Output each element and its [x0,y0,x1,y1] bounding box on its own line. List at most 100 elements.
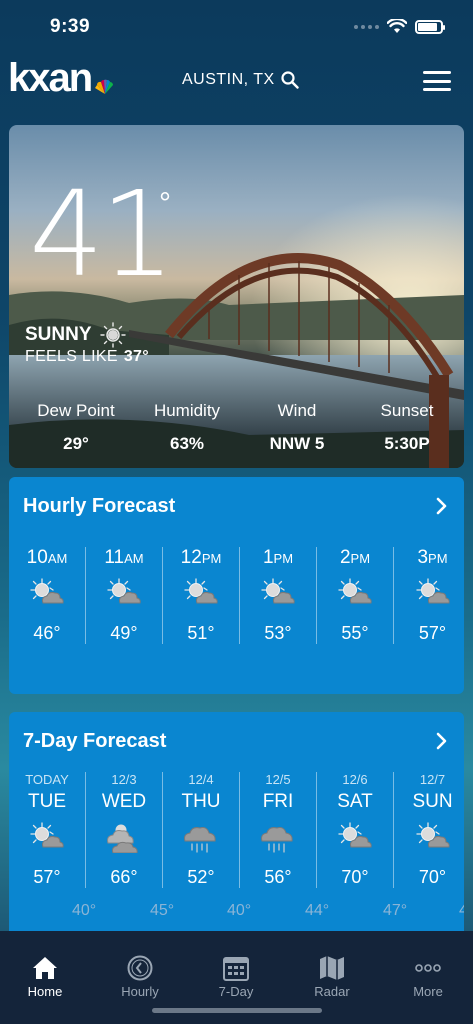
stat-value: 63% [169,434,205,453]
hour-temp: 57° [418,623,447,643]
app-header: kxan AUSTIN, TX [0,52,473,108]
feels-like: FEELS LIKE 37° [25,348,149,366]
day-date: 12/7 [419,772,446,787]
stat-value: 29° [63,434,89,453]
daily-item[interactable]: 12/4 THU 52° [163,772,240,888]
stat-value: 5:30P [384,434,430,453]
hourly-item[interactable]: 1PM 53° [240,547,317,644]
hour-temp: 49° [110,623,138,643]
tab-radar[interactable]: Radar [292,955,372,999]
home-icon [33,957,57,979]
stat-label: Wind [277,401,317,420]
day-high: 56° [264,867,292,887]
search-icon[interactable] [281,71,299,89]
stat-dew-point: Dew Point 29° [31,401,121,454]
tab-label: 7-Day [218,984,254,999]
day-name: SUN [412,791,453,812]
map-icon [320,956,344,980]
day-high: 70° [341,867,369,887]
hourly-forecast-title: Hourly Forecast [23,495,176,517]
daily-item[interactable]: 12/5 FRI 56° [240,772,317,888]
daily-item[interactable]: 12/6 SAT 70° [317,772,394,888]
nbc-peacock-icon [95,79,114,94]
rain-icon [183,826,216,853]
stat-label: Sunset [380,401,434,420]
day-name: TUE [28,791,66,812]
low-temp: 45° [150,902,175,919]
stat-sunset: Sunset 5:30P [362,401,452,454]
seven-day-title: 7-Day Forecast [23,730,167,752]
hour-label: 12PM [180,547,222,568]
day-name: WED [101,791,147,812]
sunny-icon [99,322,126,348]
day-name: FRI [262,791,294,812]
day-high: 57° [33,867,61,887]
low-temp: 40° [227,902,252,919]
mostly-cloudy-icon [107,824,138,853]
hourly-item[interactable]: 3PM 57° [394,547,464,644]
hour-label: 10AM [26,547,68,568]
hour-label: 11AM [104,547,144,568]
seven-day-forecast-card[interactable]: 7-Day Forecast TODAY TUE 57° 12/3 WED 66… [9,712,464,931]
kxan-logo[interactable]: kxan [8,56,117,101]
day-date: 12/6 [342,772,368,787]
hour-temp: 55° [341,623,369,643]
tab-label: Radar [314,984,350,999]
wifi-icon [387,19,407,33]
logo-text: kxan [8,56,93,100]
hamburger-menu-icon[interactable] [423,71,451,91]
daily-list: TODAY TUE 57° 12/3 WED 66° 12/4 THU 52° … [9,772,464,888]
day-date: 12/3 [111,772,137,787]
day-name: THU [181,791,221,812]
feels-like-value: 37° [123,348,149,365]
hour-temp: 46° [33,623,61,643]
degree-symbol: ° [159,187,171,220]
location-label: AUSTIN, TX [182,71,275,88]
stat-humidity: Humidity 63% [142,401,232,454]
day-date: TODAY [25,772,69,787]
day-high: 52° [187,867,215,887]
hour-temp: 51° [187,623,215,643]
low-temp: 47° [383,902,408,919]
home-indicator [152,1008,322,1013]
hourly-item[interactable]: 2PM 55° [317,547,394,644]
hour-label: 2PM [339,547,371,568]
chevron-right-icon[interactable] [436,732,448,750]
tab-hourly[interactable]: Hourly [100,955,180,999]
low-temp: 44° [305,902,330,919]
stat-label: Humidity [153,401,221,420]
hourly-item[interactable]: 12PM 51° [163,547,240,644]
current-conditions-card: 41 ° SUNNY FEELS LIKE 37° Dew Point 29° H… [9,125,464,468]
low-temps-row: 40° 45° 40° 44° 47° 4 [9,902,464,931]
partly-sunny-icon [107,578,141,604]
day-name: SAT [337,791,373,812]
status-time: 9:39 [50,16,91,37]
signal-icon [354,24,379,29]
hourly-item[interactable]: 11AM 49° [86,547,163,644]
hour-temp: 53° [264,623,292,643]
hourly-forecast-card[interactable]: Hourly Forecast 10AM 46° 11AM 49° 12PM 5… [9,477,464,694]
partly-sunny-icon [184,578,218,604]
low-temp: 40° [72,902,97,919]
tab-home[interactable]: Home [5,955,85,999]
hour-label: 3PM [417,547,448,568]
stat-label: Dew Point [37,401,115,420]
partly-sunny-icon [261,578,295,604]
location-selector[interactable]: AUSTIN, TX [182,71,299,89]
low-temp: 4 [459,902,464,919]
daily-item[interactable]: TODAY TUE 57° [9,772,86,888]
status-bar: 9:39 [0,0,473,52]
partly-sunny-icon [30,578,64,604]
status-icons [354,19,445,34]
day-date: 12/4 [188,772,214,787]
daily-item[interactable]: 12/7 SUN 70° [394,772,464,888]
partly-sunny-icon [338,822,372,848]
condition: SUNNY [25,322,126,348]
tab-more[interactable]: More [388,955,468,999]
stat-value: NNW 5 [269,434,325,453]
hourly-item[interactable]: 10AM 46° [9,547,86,644]
partly-sunny-icon [415,578,450,604]
daily-item[interactable]: 12/3 WED 66° [86,772,163,888]
chevron-right-icon[interactable] [436,497,448,515]
tab-7-day[interactable]: 7-Day [196,955,276,999]
